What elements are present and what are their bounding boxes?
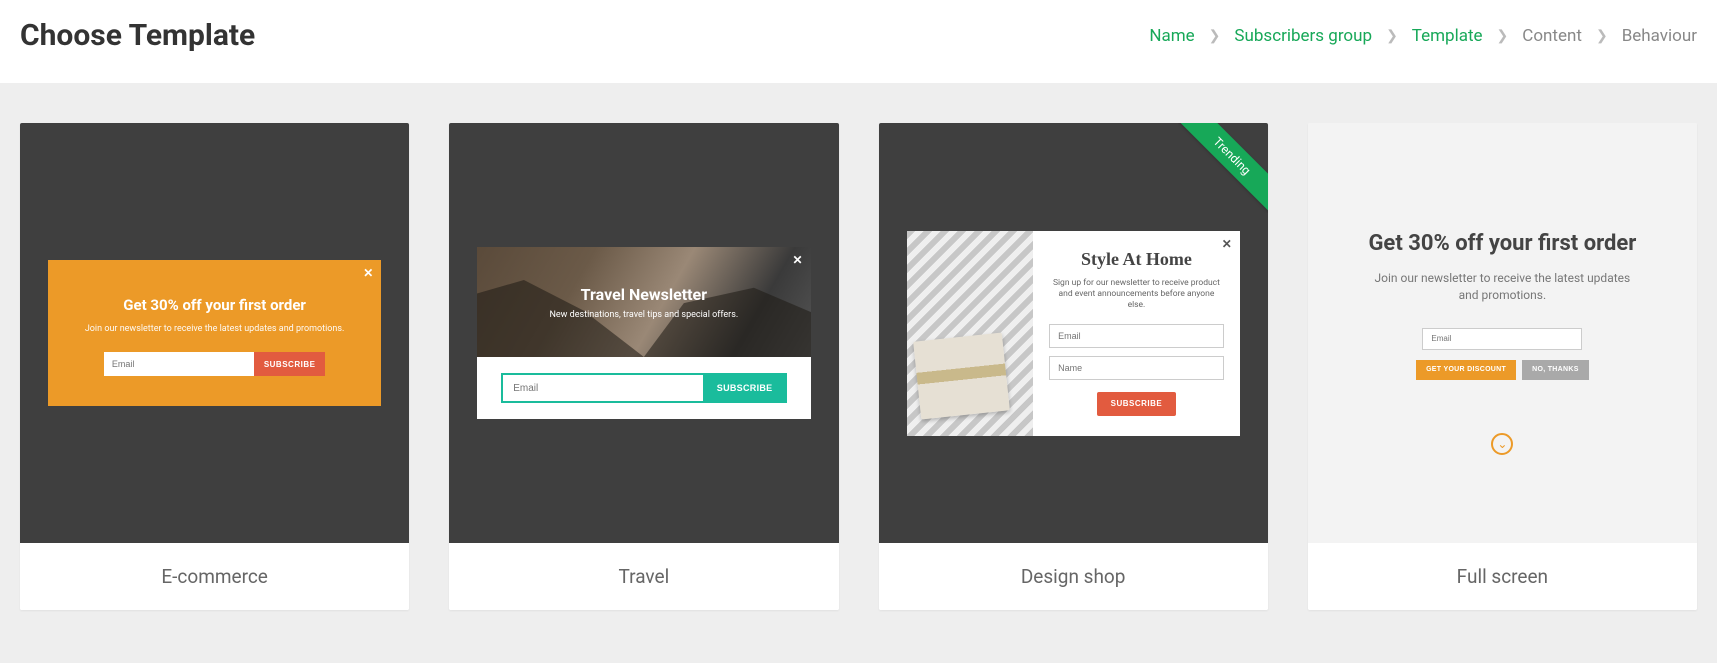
template-title: E-commerce [20, 543, 409, 610]
secondary-button: NO, THANKS [1522, 360, 1589, 380]
template-card-full-screen[interactable]: Get 30% off your first order Join our ne… [1308, 123, 1697, 610]
breadcrumb-step-name[interactable]: Name [1149, 26, 1194, 46]
subscribe-button: SUBSCRIBE [254, 352, 326, 376]
close-icon: ✕ [363, 266, 373, 280]
subscribe-button: SUBSCRIBE [703, 373, 787, 403]
template-preview: ✕ Travel Newsletter New destinations, tr… [449, 123, 838, 543]
email-input [1422, 328, 1582, 350]
subscribe-button: SUBSCRIBE [1097, 392, 1177, 416]
header: Choose Template Name ❯ Subscribers group… [0, 0, 1717, 83]
template-grid: ✕ Get 30% off your first order Join our … [0, 83, 1717, 630]
email-input [501, 373, 703, 403]
popup-subtext: Join our newsletter to receive the lates… [68, 324, 361, 334]
chevron-right-icon: ❯ [1386, 28, 1398, 44]
template-title: Design shop [879, 543, 1268, 610]
popup-heading: Travel Newsletter [581, 285, 707, 304]
popup-heading: Get 30% off your first order [1368, 231, 1636, 256]
breadcrumb-step-behaviour[interactable]: Behaviour [1622, 26, 1697, 46]
popup-heading: Get 30% off your first order [68, 296, 361, 314]
email-input [104, 352, 254, 376]
popup-heading: Style At Home [1049, 249, 1224, 270]
design-popup-image [907, 231, 1034, 436]
close-icon: ✕ [1222, 237, 1232, 251]
travel-hero-image: ✕ Travel Newsletter New destinations, tr… [477, 247, 810, 357]
close-icon: ✕ [792, 253, 802, 267]
template-card-ecommerce[interactable]: ✕ Get 30% off your first order Join our … [20, 123, 409, 610]
page-title: Choose Template [20, 18, 255, 53]
template-title: Full screen [1308, 543, 1697, 610]
breadcrumb-step-template[interactable]: Template [1412, 26, 1483, 46]
primary-button: GET YOUR DISCOUNT [1416, 360, 1516, 380]
chevron-right-icon: ❯ [1209, 28, 1221, 44]
ribbon-label: Trending [1178, 123, 1268, 213]
template-preview: Trending ✕ Style At Home Sign up for our… [879, 123, 1268, 543]
breadcrumb: Name ❯ Subscribers group ❯ Template ❯ Co… [1149, 26, 1697, 46]
chevron-down-icon: ⌄ [1491, 433, 1513, 455]
chevron-right-icon: ❯ [1596, 28, 1608, 44]
chevron-right-icon: ❯ [1497, 28, 1509, 44]
template-preview: ✕ Get 30% off your first order Join our … [20, 123, 409, 543]
name-input [1049, 356, 1224, 380]
breadcrumb-step-content[interactable]: Content [1522, 26, 1582, 46]
trending-ribbon: Trending [1178, 123, 1268, 213]
travel-popup: ✕ Travel Newsletter New destinations, tr… [477, 247, 810, 419]
email-input [1049, 324, 1224, 348]
template-card-travel[interactable]: ✕ Travel Newsletter New destinations, tr… [449, 123, 838, 610]
breadcrumb-step-subscribers[interactable]: Subscribers group [1234, 26, 1372, 46]
popup-subtext: New destinations, travel tips and specia… [549, 310, 738, 320]
fullscreen-popup: Get 30% off your first order Join our ne… [1336, 151, 1669, 515]
popup-subtext: Join our newsletter to receive the lates… [1372, 270, 1632, 304]
ecommerce-popup: ✕ Get 30% off your first order Join our … [48, 260, 381, 406]
template-card-design-shop[interactable]: Trending ✕ Style At Home Sign up for our… [879, 123, 1268, 610]
template-preview: Get 30% off your first order Join our ne… [1308, 123, 1697, 543]
popup-subtext: Sign up for our newsletter to receive pr… [1049, 278, 1224, 312]
template-title: Travel [449, 543, 838, 610]
design-popup: ✕ Style At Home Sign up for our newslett… [907, 231, 1240, 436]
